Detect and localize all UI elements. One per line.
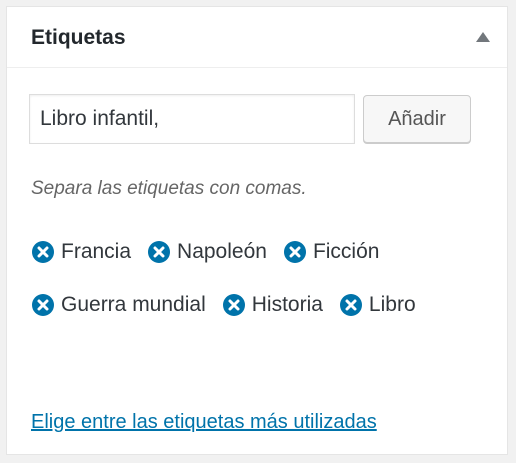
remove-circle-icon: [283, 240, 306, 263]
popular-tags-link[interactable]: Elige entre las etiquetas más utilizadas: [31, 411, 377, 434]
new-tag-input[interactable]: [29, 94, 355, 144]
tag-label: Libro: [368, 292, 416, 316]
remove-tag-button[interactable]: [147, 240, 171, 264]
remove-circle-icon: [339, 293, 362, 316]
tag-label: Historia: [251, 292, 323, 316]
tag-label: Ficción: [312, 239, 380, 263]
tag-label: Guerra mundial: [61, 292, 206, 316]
remove-circle-icon: [32, 240, 54, 263]
collapse-toggle-button[interactable]: [469, 23, 497, 51]
remove-circle-icon: [148, 240, 171, 263]
tag-item-guerra-mundial: Guerra mundial: [31, 285, 206, 324]
remove-tag-button[interactable]: [31, 240, 55, 264]
remove-tag-button[interactable]: [31, 293, 55, 317]
remove-tag-button[interactable]: [339, 293, 363, 317]
tag-item-francia: Francia: [31, 232, 131, 271]
remove-tag-button[interactable]: [222, 293, 246, 317]
panel-header: Etiquetas: [7, 7, 507, 68]
tag-item-historia: Historia: [222, 285, 323, 324]
panel-title: Etiquetas: [31, 26, 126, 49]
triangle-up-icon: [476, 32, 490, 42]
add-tag-button[interactable]: Añadir: [363, 95, 471, 143]
remove-circle-icon: [222, 293, 245, 316]
tag-item-napoleon: Napoleón: [147, 232, 267, 271]
remove-tag-button[interactable]: [283, 240, 307, 264]
tag-item-ficcion: Ficción: [283, 232, 380, 271]
tag-item-libro: Libro: [339, 285, 416, 324]
tag-input-row: Añadir: [29, 94, 471, 144]
tag-label: Napoleón: [177, 239, 267, 263]
tag-list: Francia Napoleón Ficción Guerra mundial …: [31, 232, 491, 324]
tag-label: Francia: [61, 239, 132, 263]
remove-circle-icon: [32, 293, 54, 316]
tag-hint-text: Separa las etiquetas con comas.: [31, 178, 307, 199]
tags-panel: Etiquetas Añadir Separa las etiquetas co…: [6, 6, 508, 455]
